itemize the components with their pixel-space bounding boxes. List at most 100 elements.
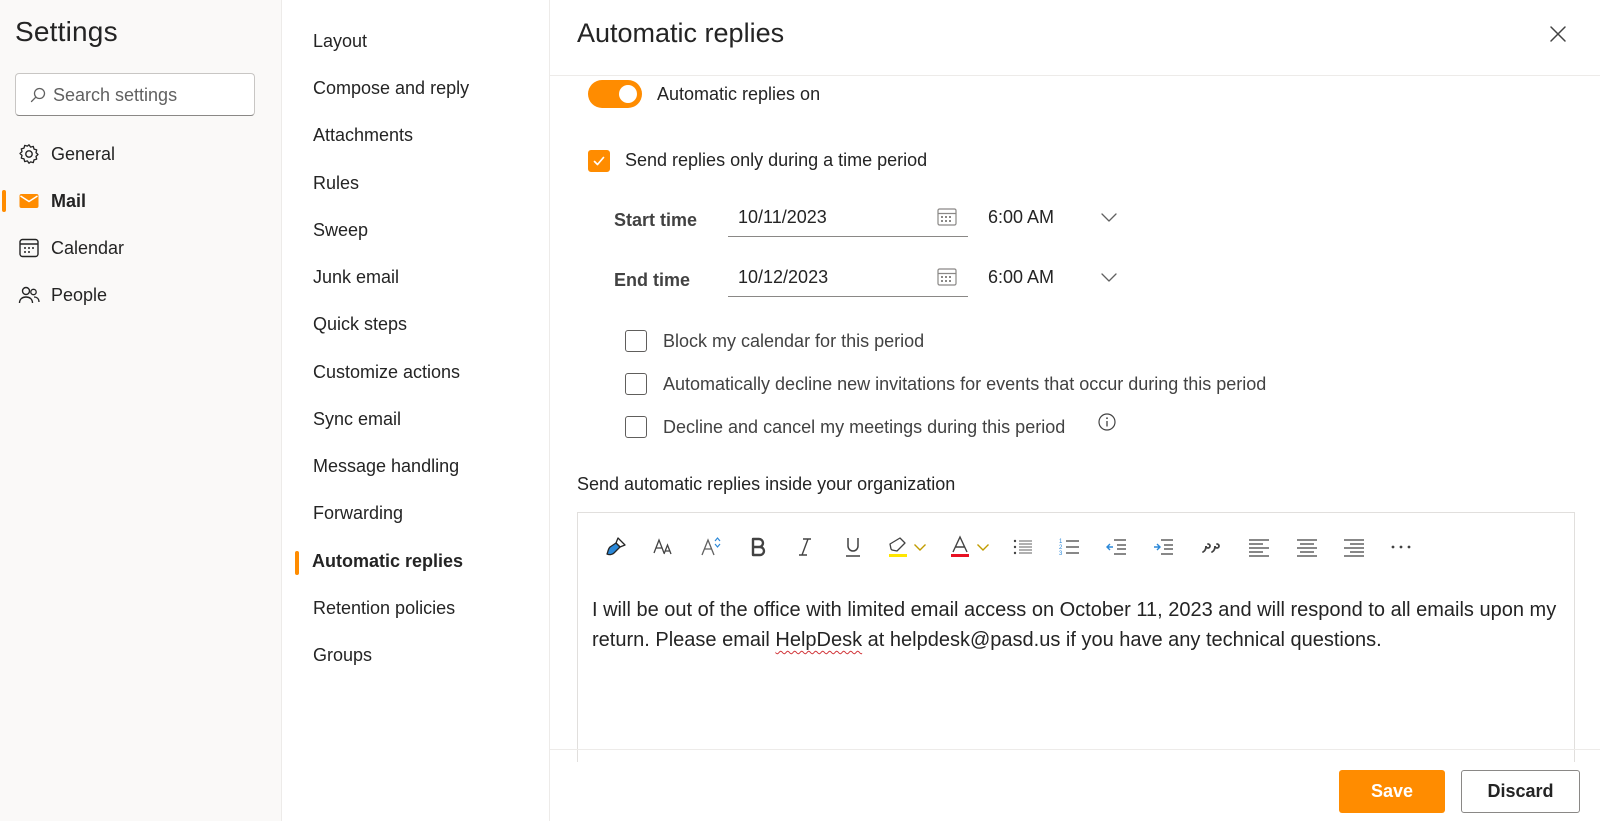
footer-divider [550, 749, 1600, 750]
toggle-label: Automatic replies on [657, 84, 821, 104]
bold-button[interactable] [738, 527, 778, 567]
subnav-item-label: Retention policies [313, 598, 456, 618]
subnav-item-label: Quick steps [313, 314, 408, 334]
align-left-icon [1249, 539, 1269, 557]
subnav-item-label: Layout [313, 31, 368, 51]
automatic-replies-toggle[interactable] [588, 80, 642, 108]
reply-message-text[interactable]: I will be out of the office with limited… [592, 595, 1562, 655]
nav-item-label: Mail [51, 190, 87, 211]
info-icon[interactable] [1097, 412, 1117, 432]
cancel-meetings-checkbox[interactable] [625, 416, 647, 438]
people-icon [18, 286, 40, 304]
close-icon[interactable] [1546, 22, 1570, 46]
subnav-item-message-handling[interactable]: Message handling [282, 447, 550, 487]
subnav-item-layout[interactable]: Layout [282, 22, 550, 62]
bold-icon [751, 537, 766, 557]
calendar-icon [937, 268, 957, 286]
nav-item-label: Calendar [51, 237, 125, 258]
increase-indent-icon [1154, 539, 1173, 555]
nav-item-people[interactable]: People [0, 275, 282, 315]
decrease-indent-button[interactable] [1097, 527, 1137, 567]
selected-indicator [2, 190, 6, 212]
subnav-item-label: Junk email [313, 267, 400, 287]
subnav-item-sweep[interactable]: Sweep [282, 211, 550, 251]
search-settings-box[interactable] [15, 73, 255, 116]
subnav-item-label: Forwarding [313, 503, 404, 523]
decline-invitations-checkbox[interactable] [625, 373, 647, 395]
end-date-picker[interactable]: 10/12/2023 [728, 259, 968, 297]
search-icon [30, 87, 46, 103]
decrease-indent-icon [1106, 539, 1126, 555]
nav-item-label: General [51, 143, 116, 164]
align-center-icon [1297, 539, 1317, 557]
numbering-button[interactable]: 123 [1050, 527, 1090, 567]
end-time-label: End time [614, 270, 691, 290]
end-time-value: 6:00 AM [988, 267, 1055, 287]
subnav-item-retention-policies[interactable]: Retention policies [282, 589, 550, 629]
mail-icon [19, 194, 39, 208]
more-horizontal-icon [1391, 545, 1411, 549]
subnav-item-label: Rules [313, 173, 360, 193]
selected-indicator [295, 551, 299, 575]
grow-font-button[interactable] [691, 527, 731, 567]
highlight-dropdown[interactable] [905, 527, 935, 567]
subnav-item-label: Message handling [313, 456, 460, 476]
format-painter-button[interactable] [596, 527, 636, 567]
calendar-icon [19, 238, 39, 258]
subnav-item-automatic-replies[interactable]: Automatic replies [282, 542, 550, 582]
start-date-picker[interactable]: 10/11/2023 [728, 199, 968, 237]
font-color-dropdown[interactable] [968, 527, 998, 567]
align-left-button[interactable] [1239, 527, 1279, 567]
settings-title: Settings [15, 16, 118, 47]
numbered-list-icon: 123 [1059, 539, 1079, 557]
subnav-item-groups[interactable]: Groups [282, 636, 550, 676]
automatic-replies-panel: Automatic replies Automatic replies on S… [550, 0, 1600, 821]
save-button[interactable]: Save [1339, 770, 1445, 813]
quote-button[interactable] [1192, 527, 1232, 567]
italic-button[interactable] [785, 527, 825, 567]
subnav-item-label: Customize actions [313, 362, 461, 382]
nav-item-mail[interactable]: Mail [0, 181, 282, 221]
discard-button[interactable]: Discard [1461, 770, 1580, 813]
nav-item-label: People [51, 284, 108, 305]
subnav-item-forwarding[interactable]: Forwarding [282, 494, 550, 534]
start-date-value: 10/11/2023 [738, 207, 827, 227]
subnav-item-rules[interactable]: Rules [282, 164, 550, 204]
misspelled-word: HelpDesk [775, 629, 863, 651]
font-size-button[interactable] [644, 527, 684, 567]
more-options-button[interactable] [1381, 527, 1421, 567]
time-period-checkbox[interactable] [588, 150, 610, 172]
align-right-button[interactable] [1334, 527, 1374, 567]
align-right-icon [1344, 539, 1364, 557]
cancel-meetings-label: Decline and cancel my meetings during th… [663, 417, 1066, 437]
subnav-item-sync-email[interactable]: Sync email [282, 400, 550, 440]
subnav-item-customize-actions[interactable]: Customize actions [282, 353, 550, 393]
decline-invitations-label: Automatically decline new invitations fo… [663, 374, 1267, 394]
calendar-icon [937, 208, 957, 226]
align-center-button[interactable] [1287, 527, 1327, 567]
toggle-knob [619, 85, 637, 103]
end-time-dropdown[interactable]: 6:00 AM [988, 259, 1118, 297]
reply-message-editor[interactable]: 123 I will be out of the office with lim… [577, 512, 1575, 762]
bullets-button[interactable] [1003, 527, 1043, 567]
block-calendar-checkbox[interactable] [625, 330, 647, 352]
increase-indent-button[interactable] [1144, 527, 1184, 567]
time-period-label: Send replies only during a time period [625, 150, 928, 170]
chevron-down-icon [1101, 273, 1117, 282]
chevron-down-icon [977, 544, 989, 551]
underline-button[interactable] [833, 527, 873, 567]
settings-nav-pane: Settings General Mail Calendar People [0, 0, 282, 821]
checkmark-icon [593, 156, 605, 166]
nav-item-calendar[interactable]: Calendar [0, 228, 282, 268]
underline-icon [846, 538, 860, 557]
start-time-dropdown[interactable]: 6:00 AM [988, 199, 1118, 237]
header-divider [550, 75, 1600, 76]
nav-item-general[interactable]: General [0, 134, 282, 174]
start-time-label: Start time [614, 210, 698, 230]
subnav-item-quick-steps[interactable]: Quick steps [282, 305, 550, 345]
gear-icon [19, 144, 39, 164]
subnav-item-junk-email[interactable]: Junk email [282, 258, 550, 298]
subnav-item-compose-and-reply[interactable]: Compose and reply [282, 69, 550, 109]
subnav-item-attachments[interactable]: Attachments [282, 116, 550, 156]
search-settings-input[interactable] [53, 83, 248, 107]
